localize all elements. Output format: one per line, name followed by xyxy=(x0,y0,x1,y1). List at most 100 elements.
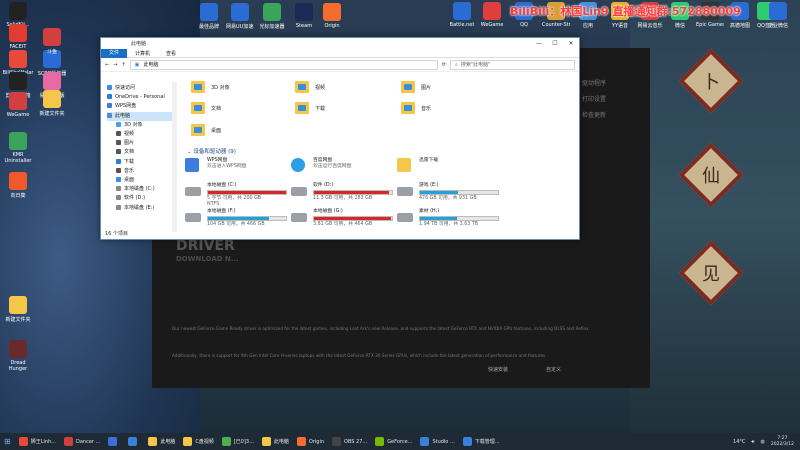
forward-arrow-icon[interactable]: → xyxy=(113,62,117,68)
desktop-icon[interactable]: 向日葵 xyxy=(2,172,34,199)
folder-documents[interactable]: 文档 xyxy=(191,102,221,114)
folder-downloads[interactable]: 下载 xyxy=(295,102,325,114)
desktop-icon[interactable]: Battle.net xyxy=(448,2,476,28)
desktop-icon-label: KMR Uninstaller xyxy=(4,152,32,164)
maximize-button[interactable]: ☐ xyxy=(547,40,563,47)
desktop-icon[interactable]: 最佳品牌 xyxy=(195,3,223,30)
desktop-icon[interactable]: WeGame xyxy=(2,92,34,118)
desktop-icon[interactable]: Steam xyxy=(290,3,318,29)
desktop-icon[interactable]: 新建文件夹 xyxy=(2,296,34,323)
device-wps[interactable]: WPS网盘 双击进入WPS网盘 xyxy=(185,158,246,172)
address-bar[interactable]: ▣ 此电脑 xyxy=(129,59,438,70)
volume-icon[interactable]: 🔊︎ xyxy=(751,439,754,445)
taskbar-app-label: Origin xyxy=(308,438,325,445)
custom-install-button[interactable]: 自定义 xyxy=(546,366,561,373)
taskbar-app[interactable] xyxy=(104,433,124,450)
nav-item[interactable]: 音乐 xyxy=(107,167,175,176)
taskbar-app[interactable]: Origin xyxy=(293,433,328,450)
drive-name: 软件 (D:) xyxy=(313,183,334,188)
drive-item[interactable]: 游戏 (E:) 476 GB 可用，共 931 GB xyxy=(397,183,499,202)
folder-desktop[interactable]: 桌面 xyxy=(191,124,221,136)
nav-scrollbar[interactable] xyxy=(172,82,177,232)
drive-item[interactable]: 本地磁盘 (C:) 5 字节 可用，共 200 GB NTFS xyxy=(185,183,287,208)
nav-item[interactable]: OneDrive - Personal xyxy=(107,93,175,102)
nav-item-label: 下载 xyxy=(124,158,135,165)
taskbar-app[interactable]: [已0]3... xyxy=(218,433,258,450)
explorer-window[interactable]: 此电脑 — ☐ ✕ 文件 计算机 查看 ← → ↑ ▣ 此电脑 ⟳ ⌕ 搜索"此… xyxy=(100,37,580,240)
tab-file[interactable]: 文件 xyxy=(101,48,128,58)
clock[interactable]: 7:27 2022/3/12 xyxy=(771,436,794,448)
devices-section-title[interactable]: ⌄ 设备和驱动器 (9) xyxy=(187,147,236,155)
taskbar-app[interactable]: 下载管理... xyxy=(459,433,504,450)
nav-item[interactable]: 快速访问 xyxy=(107,84,175,93)
folder-3d-objects[interactable]: 3D 对象 xyxy=(191,81,230,93)
desktop-icon[interactable]: 光标加速器 xyxy=(258,3,286,30)
drive-item[interactable]: 素材 (H:) 1.94 TB 可用，共 3.63 TB xyxy=(397,209,499,228)
refresh-icon[interactable]: ⟳ xyxy=(442,62,446,68)
desktop-icon[interactable]: KMR Uninstaller xyxy=(2,132,34,164)
drive-item[interactable]: 软件 (D:) 11.3 GB 可用，共 283 GB xyxy=(291,183,393,202)
weather-text[interactable]: 14°C xyxy=(733,439,745,445)
nav-item[interactable]: 此电脑 xyxy=(107,111,175,121)
geforce-side-item[interactable]: 检查更新 xyxy=(582,108,606,124)
folder-music[interactable]: 音乐 xyxy=(401,102,431,114)
drive-item[interactable]: 本地磁盘 (F:) 104 GB 可用，共 466 GB xyxy=(185,209,287,228)
nav-item[interactable]: 视频 xyxy=(107,130,175,139)
geforce-side-item[interactable]: 驱动程序 xyxy=(582,76,606,92)
back-arrow-icon[interactable]: ← xyxy=(105,62,109,68)
desktop-icon[interactable]: 新建文件夹 xyxy=(36,90,68,117)
nav-item[interactable]: 下载 xyxy=(107,158,175,167)
device-xunlei[interactable]: 迅雷下载 xyxy=(397,158,438,172)
taskbar-app[interactable]: Dancer ... xyxy=(60,433,104,450)
nav-item-icon xyxy=(107,103,112,109)
taskbar-app[interactable]: 此电脑 xyxy=(258,433,293,450)
nav-item[interactable]: 软件 (D:) xyxy=(107,194,175,203)
nav-item[interactable]: 桌面 xyxy=(107,176,175,185)
taskbar-app-icon xyxy=(18,437,28,446)
desktop-icon[interactable]: Origin xyxy=(318,3,346,29)
device-baidu[interactable]: 百度网盘 双击运行百度网盘 xyxy=(291,158,351,172)
status-bar-count: 16 个项目 xyxy=(105,231,128,237)
nav-item[interactable]: 文档 xyxy=(107,148,175,157)
desktop-icon[interactable]: 网易UU加速器 xyxy=(226,3,254,30)
close-button[interactable]: ✕ xyxy=(563,40,579,47)
taskbar-app[interactable] xyxy=(124,433,144,450)
tab-view[interactable]: 查看 xyxy=(158,50,184,57)
nav-item[interactable]: 图片 xyxy=(107,139,175,148)
nav-item[interactable]: 本地磁盘 (C:) xyxy=(107,185,175,194)
taskbar-app[interactable]: Studio ... xyxy=(416,433,458,450)
tab-computer[interactable]: 计算机 xyxy=(127,50,158,57)
nav-item[interactable]: 本地磁盘 (E:) xyxy=(107,204,175,213)
search-input[interactable]: ⌕ 搜索"此电脑" xyxy=(450,59,575,70)
app-icon xyxy=(9,24,27,42)
folder-videos[interactable]: 视频 xyxy=(295,81,325,93)
minimize-button[interactable]: — xyxy=(531,40,547,47)
taskbar-app[interactable]: OBS 27... xyxy=(328,433,371,450)
nav-item[interactable]: 3D 对象 xyxy=(107,121,175,130)
express-install-button[interactable]: 快速安装 xyxy=(488,366,508,373)
nav-item[interactable]: WPS网盘 xyxy=(107,102,175,111)
start-button[interactable]: ⊞ xyxy=(0,433,15,450)
taskbar-app[interactable]: 狮王Linh... xyxy=(15,433,60,450)
taskbar-app[interactable]: 此电脑 xyxy=(144,433,179,450)
app-icon xyxy=(43,72,61,90)
taskbar-app[interactable]: C盘视频 xyxy=(179,433,218,450)
taskbar-app[interactable]: GeForce... xyxy=(371,433,416,450)
up-arrow-icon[interactable]: ↑ xyxy=(121,62,125,68)
desktop-icon[interactable]: WeGame xyxy=(478,2,506,28)
desktop-icon[interactable]: Dread Hunger xyxy=(2,340,34,372)
explorer-titlebar[interactable]: 此电脑 — ☐ ✕ xyxy=(101,38,579,49)
folder-pictures[interactable]: 图片 xyxy=(401,81,431,93)
desktop-icon-label: 新建文件夹 xyxy=(5,317,31,323)
geforce-side-item[interactable]: 打印设置 xyxy=(582,92,606,108)
taskbar-app-label: Dancer ... xyxy=(75,438,101,445)
taskbar-app-label: 狮王Linh... xyxy=(30,439,56,445)
network-icon[interactable]: ◍ xyxy=(761,439,765,445)
desktop-icon[interactable]: 企业微信 xyxy=(764,2,792,29)
desktop-icon[interactable]: 斗鱼 xyxy=(36,28,68,55)
app-icon xyxy=(9,172,27,190)
drive-item[interactable]: 本地磁盘 (G:) 3.81 GB 可用，共 464 GB xyxy=(291,209,393,228)
desktop-icon[interactable]: FACEIT xyxy=(2,24,34,50)
drive-name: 本地磁盘 (G:) xyxy=(313,209,343,214)
folder-label: 桌面 xyxy=(211,127,222,134)
